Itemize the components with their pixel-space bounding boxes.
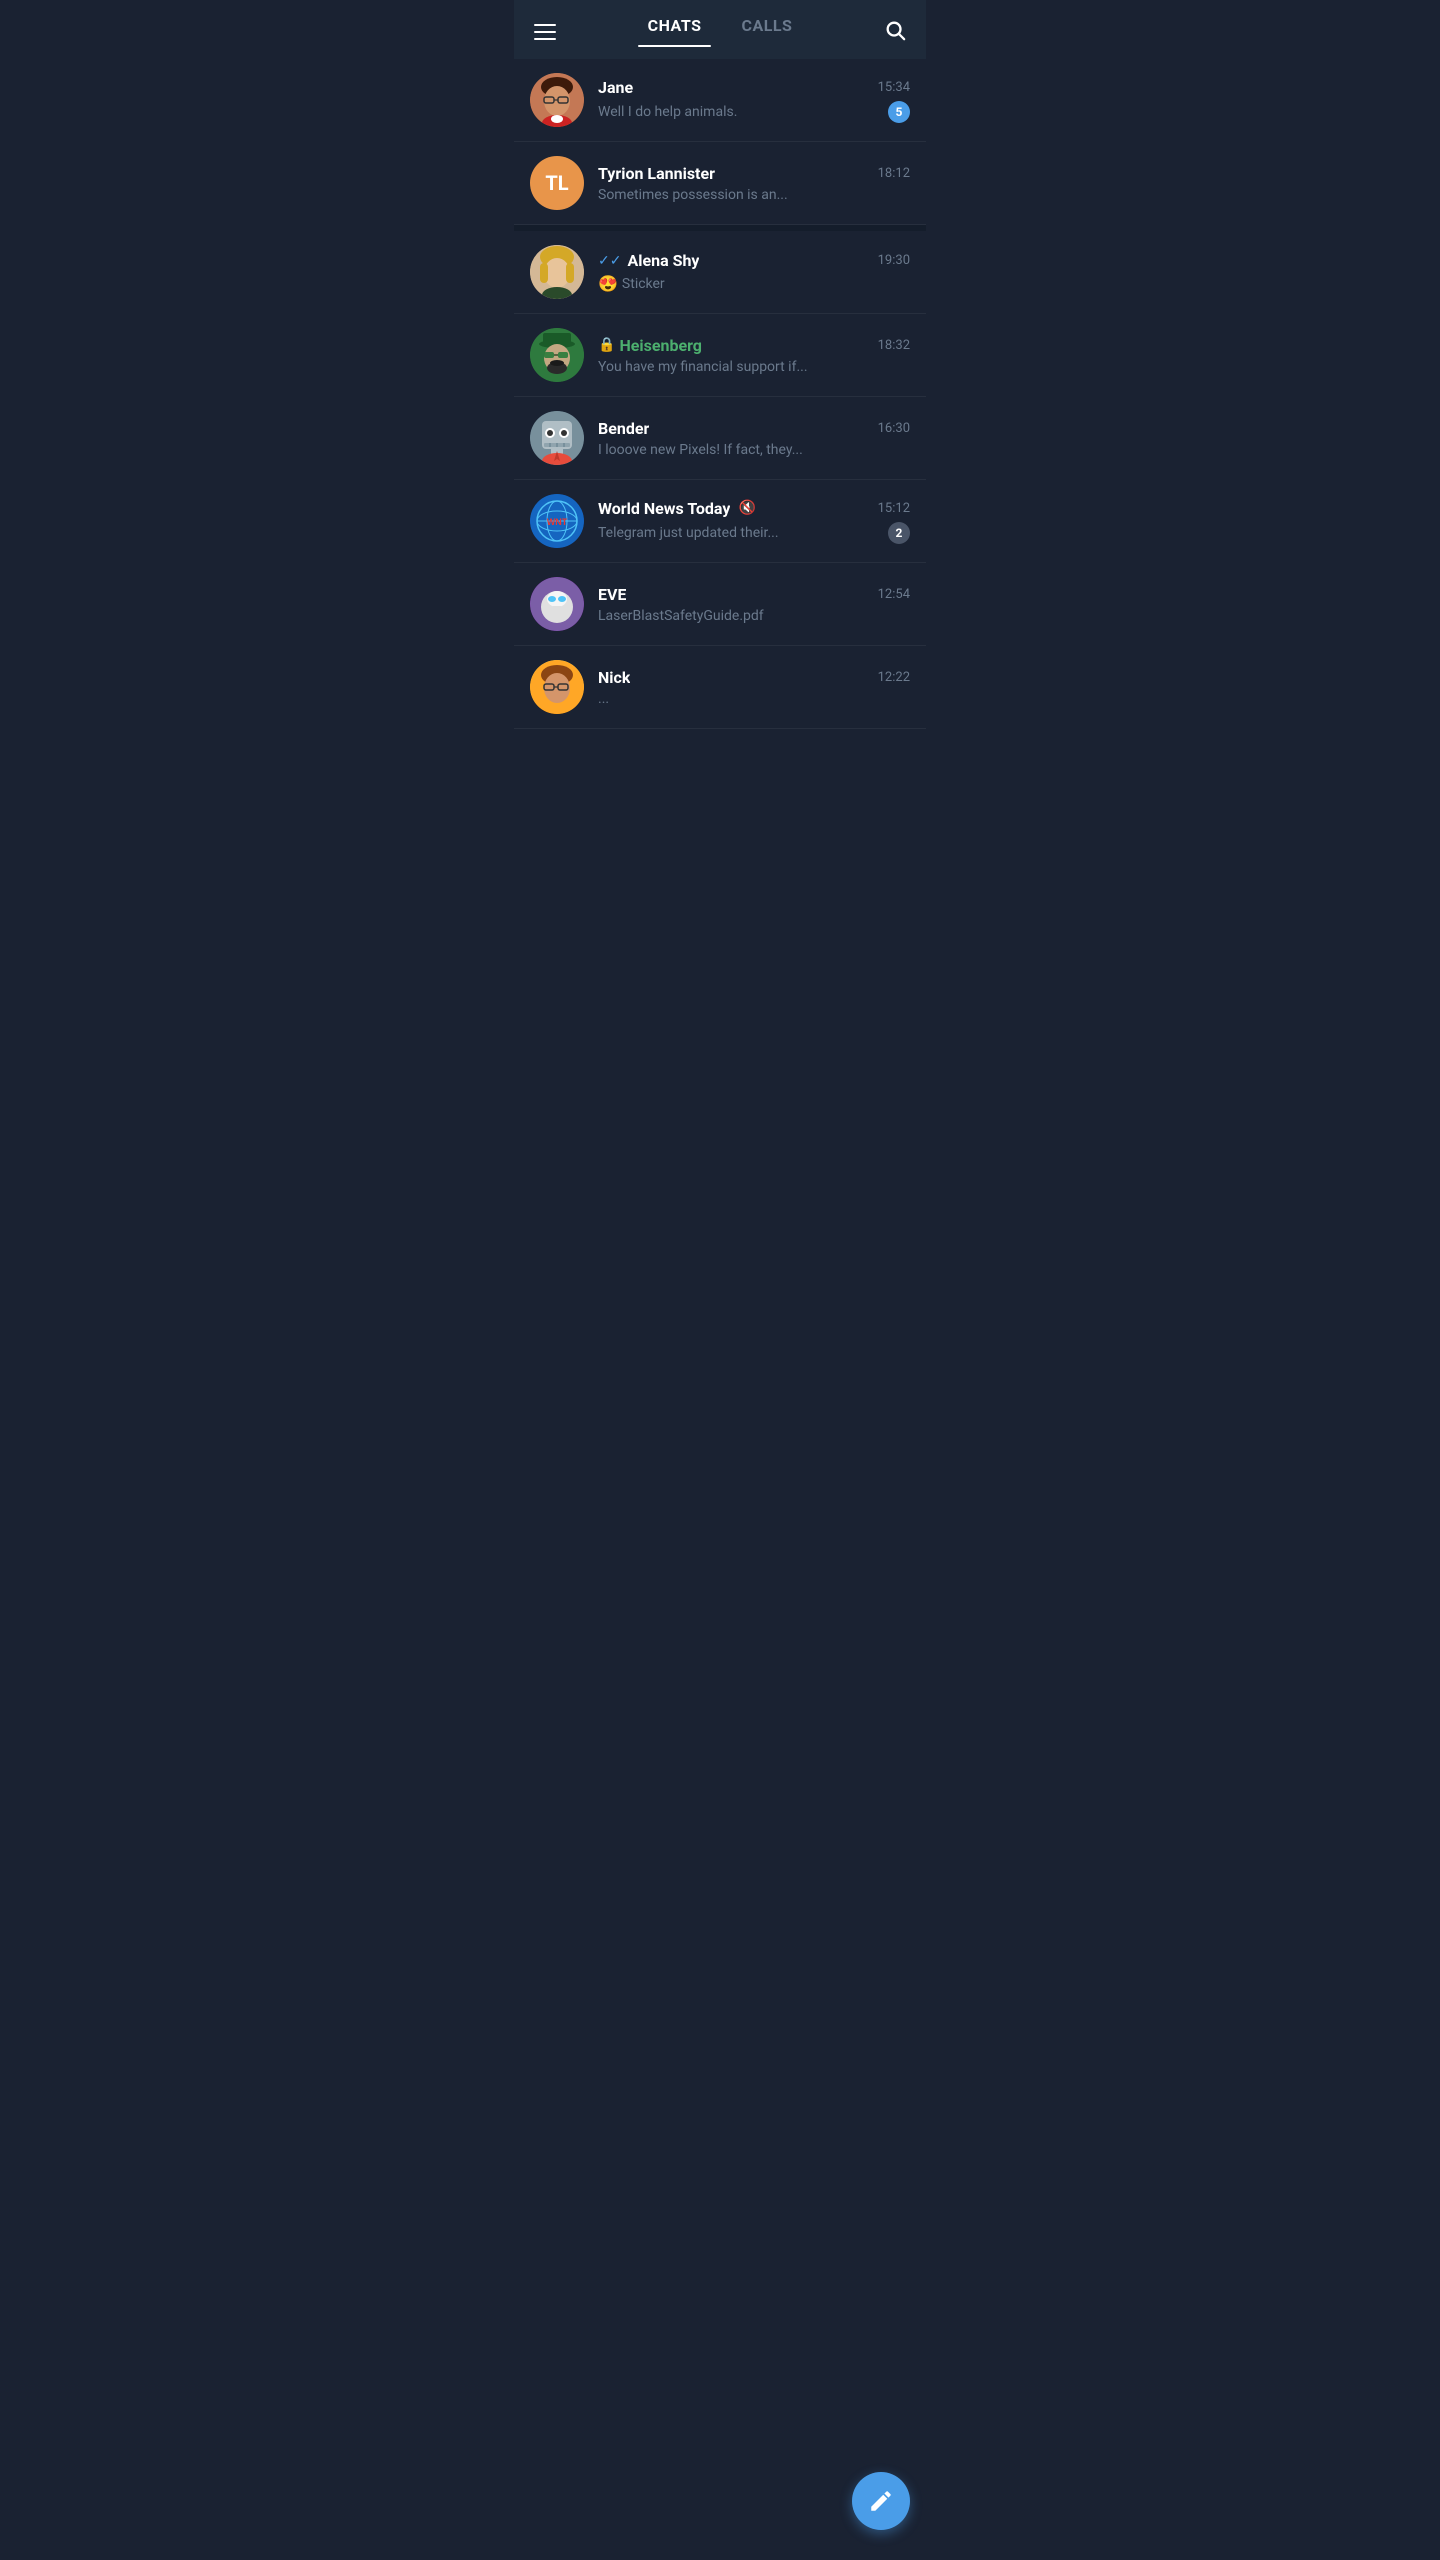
pencil-icon <box>868 2488 894 2514</box>
chat-preview-bender: I looove new Pixels! If fact, they... <box>598 442 910 458</box>
avatar-heisenberg <box>530 328 584 382</box>
chat-preview-wnt: Telegram just updated their... <box>598 525 880 541</box>
tab-chats[interactable]: CHATS <box>628 16 722 47</box>
chat-name-row-tyrion: Tyrion Lannister 18:12 <box>598 164 910 183</box>
lock-icon-heisenberg: 🔒 <box>598 337 615 353</box>
chat-preview-eve: LaserBlastSafetyGuide.pdf <box>598 608 910 624</box>
avatar-eve <box>530 577 584 631</box>
chat-name-tyrion: Tyrion Lannister <box>598 164 715 183</box>
chat-name-nick: Nick <box>598 668 630 687</box>
chat-time-jane: 15:34 <box>878 80 910 95</box>
chat-name-row-alena: ✓✓ Alena Shy 19:30 <box>598 251 910 270</box>
chat-item-jane[interactable]: Jane 15:34 Well I do help animals. 5 <box>514 59 926 142</box>
double-check-alena: ✓✓ <box>598 253 621 269</box>
chat-preview-row-heisenberg: You have my financial support if... <box>598 359 910 375</box>
header-tabs: CHATS CALLS <box>628 16 813 47</box>
chat-name-row-heisenberg: 🔒 Heisenberg 18:32 <box>598 336 910 355</box>
chat-preview-heisenberg: You have my financial support if... <box>598 359 910 375</box>
avatar-jane <box>530 73 584 127</box>
chat-time-eve: 12:54 <box>878 587 910 602</box>
chat-name-wnt: World News Today <box>598 499 730 518</box>
chat-preview-tyrion: Sometimes possession is an... <box>598 187 910 203</box>
search-button[interactable] <box>884 19 906 45</box>
tab-calls[interactable]: CALLS <box>721 16 812 47</box>
chat-name-wrap-wnt: World News Today 🔇 <box>598 499 756 518</box>
chat-item-tyrion[interactable]: TL Tyrion Lannister 18:12 Sometimes poss… <box>514 142 926 225</box>
chat-content-wnt: World News Today 🔇 15:12 Telegram just u… <box>598 499 910 544</box>
chat-item-eve[interactable]: EVE 12:54 LaserBlastSafetyGuide.pdf <box>514 563 926 646</box>
chat-time-tyrion: 18:12 <box>878 166 910 181</box>
avatar-wnt: WNT <box>530 494 584 548</box>
chat-preview-row-alena: 😍 Sticker <box>598 274 910 293</box>
header: CHATS CALLS <box>514 0 926 59</box>
chat-content-tyrion: Tyrion Lannister 18:12 Sometimes possess… <box>598 164 910 203</box>
chat-name-wrap-alena: ✓✓ Alena Shy <box>598 251 699 270</box>
avatar-tyrion: TL <box>530 156 584 210</box>
chat-preview-jane: Well I do help animals. <box>598 104 880 120</box>
chat-name-alena: Alena Shy <box>627 251 699 270</box>
chat-item-nick[interactable]: Nick 12:22 ... <box>514 646 926 729</box>
menu-icon[interactable] <box>534 24 556 40</box>
svg-text:WNT: WNT <box>547 517 568 527</box>
chat-content-bender: Bender 16:30 I looove new Pixels! If fac… <box>598 419 910 458</box>
chat-list: Jane 15:34 Well I do help animals. 5 TL … <box>514 59 926 729</box>
chat-name-row-eve: EVE 12:54 <box>598 585 910 604</box>
avatar-nick <box>530 660 584 714</box>
chat-name-jane: Jane <box>598 78 633 97</box>
badge-wnt: 2 <box>888 522 910 544</box>
chat-time-nick: 12:22 <box>878 670 910 685</box>
chat-preview-row-tyrion: Sometimes possession is an... <box>598 187 910 203</box>
chat-time-alena: 19:30 <box>878 253 910 268</box>
chat-preview-row-jane: Well I do help animals. 5 <box>598 101 910 123</box>
header-top: CHATS CALLS <box>534 16 906 59</box>
chat-name-heisenberg: Heisenberg <box>619 336 702 355</box>
avatar-alena <box>530 245 584 299</box>
chat-name-row-wnt: World News Today 🔇 15:12 <box>598 499 910 518</box>
chat-name-bender: Bender <box>598 419 649 438</box>
chat-item-bender[interactable]: Bender 16:30 I looove new Pixels! If fac… <box>514 397 926 480</box>
chat-preview-row-wnt: Telegram just updated their... 2 <box>598 522 910 544</box>
chat-preview-row-eve: LaserBlastSafetyGuide.pdf <box>598 608 910 624</box>
mute-icon-wnt: 🔇 <box>738 500 755 516</box>
chat-preview-row-bender: I looove new Pixels! If fact, they... <box>598 442 910 458</box>
chat-time-heisenberg: 18:32 <box>878 338 910 353</box>
chat-preview-row-nick: ... <box>598 691 910 707</box>
chat-time-bender: 16:30 <box>878 421 910 436</box>
chat-name-wrap-heisenberg: 🔒 Heisenberg <box>598 336 702 355</box>
chat-name-row-jane: Jane 15:34 <box>598 78 910 97</box>
chat-item-heisenberg[interactable]: 🔒 Heisenberg 18:32 You have my financial… <box>514 314 926 397</box>
chat-content-eve: EVE 12:54 LaserBlastSafetyGuide.pdf <box>598 585 910 624</box>
chat-content-nick: Nick 12:22 ... <box>598 668 910 707</box>
sticker-emoji-alena: 😍 <box>598 274 618 293</box>
chat-content-alena: ✓✓ Alena Shy 19:30 😍 Sticker <box>598 251 910 293</box>
chat-content-jane: Jane 15:34 Well I do help animals. 5 <box>598 78 910 123</box>
chat-time-wnt: 15:12 <box>878 501 910 516</box>
avatar-bender <box>530 411 584 465</box>
chat-item-wnt[interactable]: WNT World News Today 🔇 15:12 Telegram ju… <box>514 480 926 563</box>
chat-name-eve: EVE <box>598 585 626 604</box>
chat-preview-nick: ... <box>598 691 910 707</box>
chat-content-heisenberg: 🔒 Heisenberg 18:32 You have my financial… <box>598 336 910 375</box>
chat-preview-left-alena: 😍 Sticker <box>598 274 910 293</box>
chat-item-alena[interactable]: ✓✓ Alena Shy 19:30 😍 Sticker <box>514 225 926 314</box>
chat-preview-alena: Sticker <box>622 276 910 292</box>
compose-fab[interactable] <box>852 2472 910 2530</box>
chat-name-row-nick: Nick 12:22 <box>598 668 910 687</box>
chat-name-row-bender: Bender 16:30 <box>598 419 910 438</box>
badge-jane: 5 <box>888 101 910 123</box>
